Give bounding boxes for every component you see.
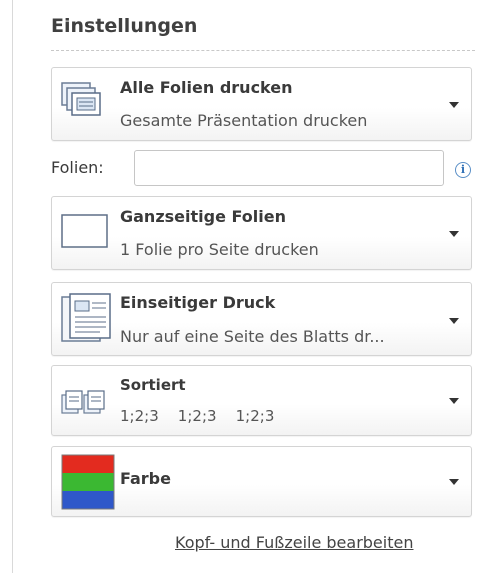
- chevron-down-icon: [449, 318, 459, 324]
- print-range-title: Alle Folien drucken: [120, 78, 293, 97]
- chevron-down-icon: [449, 231, 459, 237]
- sides-dropdown[interactable]: Einseitiger Druck Nur auf eine Seite des…: [51, 282, 472, 356]
- collated-icon: [60, 387, 118, 421]
- chevron-down-icon: [449, 102, 459, 108]
- print-range-dropdown[interactable]: Alle Folien drucken Gesamte Präsentation…: [51, 67, 472, 141]
- single-sided-print-icon: [60, 293, 114, 349]
- collate-subtitle: 1;2;3 1;2;3 1;2;3: [120, 407, 275, 425]
- color-dropdown[interactable]: Farbe: [51, 446, 472, 517]
- layout-dropdown[interactable]: Ganzseitige Folien 1 Folie pro Seite dru…: [51, 196, 472, 270]
- print-all-slides-icon: [60, 80, 108, 128]
- panel-left-border: [12, 0, 13, 573]
- print-range-subtitle: Gesamte Präsentation drucken: [120, 111, 368, 130]
- layout-subtitle: 1 Folie pro Seite drucken: [120, 240, 319, 259]
- color-title: Farbe: [120, 469, 171, 488]
- sides-title: Einseitiger Druck: [120, 293, 276, 312]
- slides-input[interactable]: [134, 150, 444, 186]
- info-icon[interactable]: i: [455, 162, 471, 178]
- full-page-slide-icon: [60, 212, 110, 254]
- chevron-down-icon: [449, 398, 459, 404]
- settings-heading: Einstellungen: [51, 15, 198, 37]
- collate-title: Sortiert: [120, 376, 186, 394]
- color-icon: [60, 453, 116, 515]
- slides-field-label: Folien:: [51, 158, 104, 177]
- collate-dropdown[interactable]: Sortiert 1;2;3 1;2;3 1;2;3: [51, 365, 472, 436]
- sides-subtitle: Nur auf eine Seite des Blatts dr...: [120, 327, 385, 346]
- layout-title: Ganzseitige Folien: [120, 207, 286, 226]
- chevron-down-icon: [449, 479, 459, 485]
- edit-header-footer-link[interactable]: Kopf- und Fußzeile bearbeiten: [175, 533, 413, 552]
- heading-separator: [51, 50, 475, 51]
